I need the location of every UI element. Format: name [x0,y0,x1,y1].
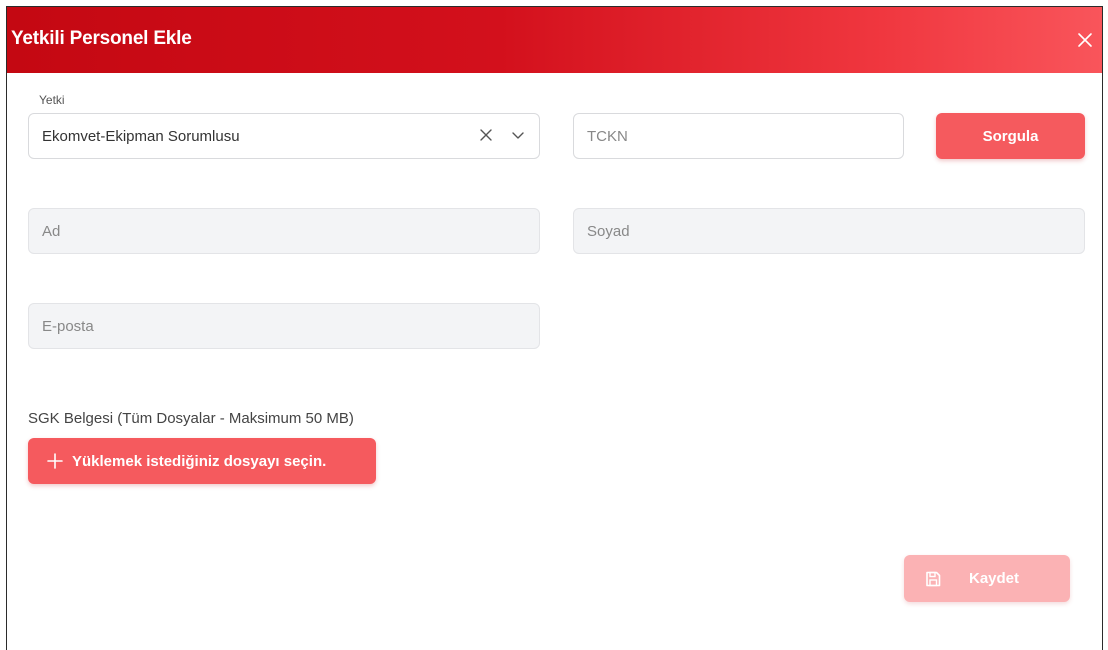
eposta-placeholder: E-posta [42,317,94,335]
save-icon [924,570,942,588]
tckn-placeholder: TCKN [587,127,628,145]
add-personnel-dialog: Yetkili Personel Ekle Yetki Ekomvet-Ekip… [6,6,1103,650]
x-icon[interactable] [477,126,497,146]
ad-placeholder: Ad [42,222,61,240]
file-upload-button[interactable]: Yüklemek istediğiniz dosyayı seçin. [28,438,376,484]
sorgula-button[interactable]: Sorgula [936,113,1085,159]
chevron-down-icon[interactable] [509,126,529,146]
close-icon[interactable] [1074,29,1096,51]
dialog-header: Yetkili Personel Ekle [7,7,1102,73]
save-button-label: Kaydet [969,570,1020,587]
ad-input[interactable]: Ad [28,208,540,254]
yetki-select[interactable]: Ekomvet-Ekipman Sorumlusu [28,113,540,159]
plus-icon [46,452,64,470]
yetki-label: Yetki [39,93,65,107]
dialog-title: Yetkili Personel Ekle [11,28,192,49]
soyad-placeholder: Soyad [587,222,630,240]
yetki-selected-value: Ekomvet-Ekipman Sorumlusu [42,127,240,145]
eposta-input[interactable]: E-posta [28,303,540,349]
tckn-input[interactable]: TCKN [573,113,904,159]
save-button[interactable]: Kaydet [904,555,1070,602]
sgk-upload-label: SGK Belgesi (Tüm Dosyalar - Maksimum 50 … [28,410,354,427]
file-upload-button-label: Yüklemek istediğiniz dosyayı seçin. [72,452,327,470]
soyad-input[interactable]: Soyad [573,208,1085,254]
